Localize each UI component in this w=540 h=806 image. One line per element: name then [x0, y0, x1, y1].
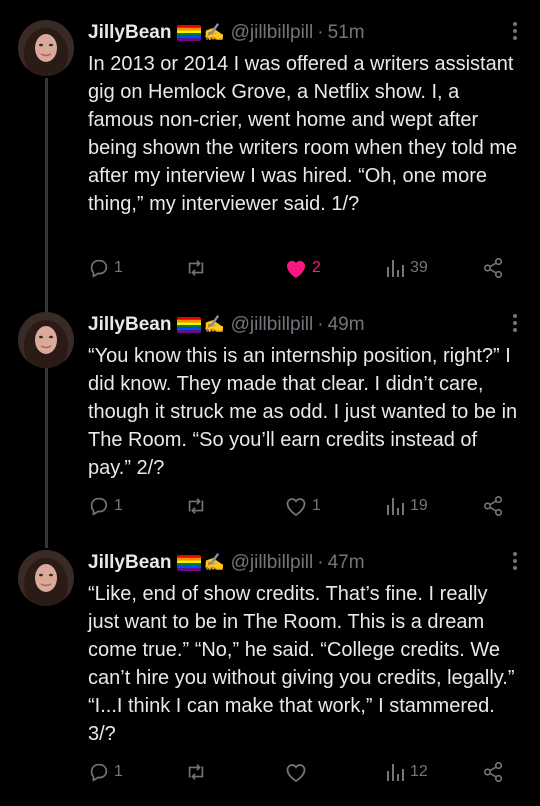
timestamp[interactable]: 51m	[328, 22, 365, 44]
view-count: 39	[410, 259, 428, 276]
share-button[interactable]	[482, 492, 504, 520]
writing-hand-icon: ✍	[203, 23, 225, 42]
author-handle[interactable]: @jillbillpill	[231, 314, 314, 336]
views-icon	[387, 764, 404, 781]
reply-count: 1	[114, 497, 123, 514]
author-handle[interactable]: @jillbillpill	[231, 552, 314, 574]
like-button[interactable]	[284, 758, 312, 786]
share-icon	[483, 258, 503, 278]
retweet-icon	[188, 498, 204, 514]
view-count: 19	[410, 497, 428, 514]
separator: ·	[317, 552, 324, 573]
retweet-button[interactable]	[184, 492, 212, 520]
timestamp[interactable]: 47m	[328, 552, 365, 574]
author-name[interactable]: JillyBean	[88, 314, 171, 336]
like-icon	[286, 498, 306, 517]
reply-icon	[90, 259, 108, 278]
tweet-header: JillyBean ✍ @jillbillpill · 47m	[88, 550, 365, 576]
pride-flag-icon	[177, 317, 202, 333]
like-count: 2	[312, 259, 321, 276]
reply-count: 1	[114, 259, 123, 276]
separator: ·	[317, 314, 324, 335]
tweet-actions: 1 1 19	[88, 492, 518, 520]
like-button[interactable]: 1	[284, 492, 321, 520]
reply-icon	[90, 763, 108, 782]
more-icon[interactable]	[512, 552, 518, 570]
author-name[interactable]: JillyBean	[88, 552, 171, 574]
like-button[interactable]: 2	[284, 254, 321, 282]
views-button[interactable]: 19	[384, 492, 428, 520]
views-icon	[387, 498, 404, 515]
like-count: 1	[312, 497, 321, 514]
reply-button[interactable]: 1	[88, 492, 123, 520]
views-button[interactable]: 12	[384, 758, 428, 786]
author-handle[interactable]: @jillbillpill	[231, 22, 314, 44]
views-button[interactable]: 39	[384, 254, 428, 282]
reply-button[interactable]: 1	[88, 254, 123, 282]
tweet-text: “Like, end of show credits. That’s fine.…	[88, 583, 515, 745]
share-button[interactable]	[482, 254, 504, 282]
reply-icon	[90, 497, 108, 516]
views-icon	[387, 260, 404, 277]
avatar[interactable]	[18, 20, 74, 76]
writing-hand-icon: ✍	[203, 315, 225, 334]
pride-flag-icon	[177, 25, 202, 41]
avatar[interactable]	[18, 550, 74, 606]
pride-flag-icon	[177, 555, 202, 571]
share-button[interactable]	[482, 758, 504, 786]
more-icon[interactable]	[512, 22, 518, 40]
author-name[interactable]: JillyBean	[88, 22, 171, 44]
like-icon	[287, 261, 305, 278]
like-icon	[286, 764, 306, 783]
retweet-button[interactable]	[184, 758, 212, 786]
tweet-header: JillyBean ✍ @jillbillpill · 49m	[88, 312, 365, 338]
share-icon	[483, 496, 503, 516]
tweet-text: In 2013 or 2014 I was offered a writers …	[88, 53, 518, 215]
more-icon[interactable]	[512, 314, 518, 332]
reply-count: 1	[114, 763, 123, 780]
timestamp[interactable]: 49m	[328, 314, 365, 336]
tweet-actions: 1 2 39	[88, 254, 518, 282]
writing-hand-icon: ✍	[203, 553, 225, 572]
reply-button[interactable]: 1	[88, 758, 123, 786]
tweet-actions: 1 12	[88, 758, 518, 786]
retweet-button[interactable]	[184, 254, 212, 282]
separator: ·	[317, 22, 324, 43]
retweet-icon	[188, 764, 204, 780]
tweet-text: “You know this is an internship position…	[88, 345, 518, 479]
share-icon	[483, 762, 503, 782]
view-count: 12	[410, 763, 428, 780]
avatar[interactable]	[18, 312, 74, 368]
retweet-icon	[188, 260, 204, 276]
tweet-header: JillyBean ✍ @jillbillpill · 51m	[88, 20, 365, 46]
